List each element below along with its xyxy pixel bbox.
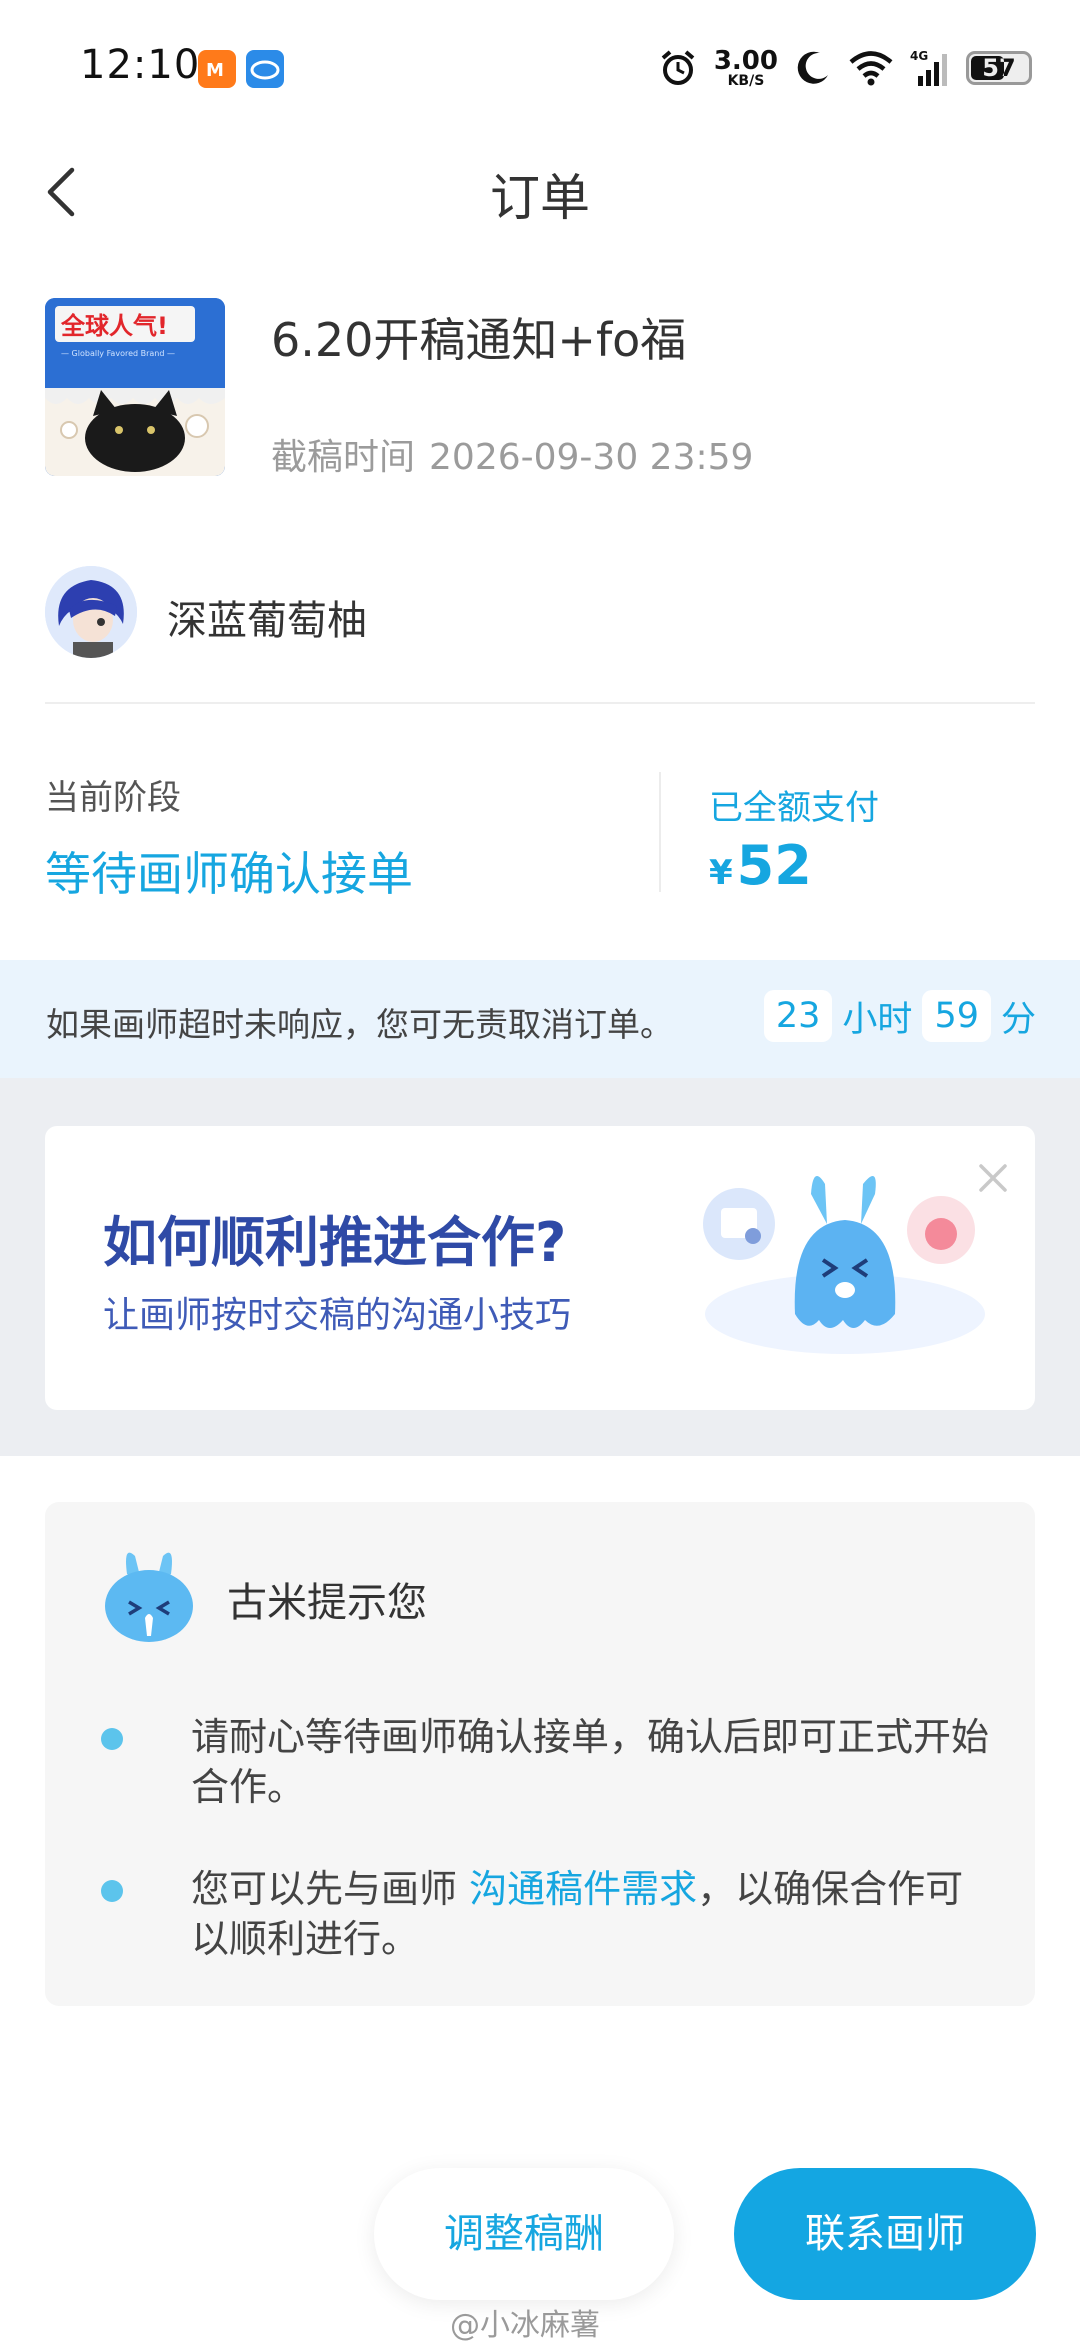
- timer-minutes-unit: 分: [1000, 999, 1036, 1040]
- currency-symbol: ¥: [709, 853, 733, 893]
- svg-text:4G: 4G: [910, 49, 928, 63]
- product-card[interactable]: 全球人气! — Globally Favored Brand — 6.20开稿通…: [45, 296, 1035, 478]
- tips-banner[interactable]: 如何顺利推进合作? 让画师按时交稿的沟通小技巧: [45, 1126, 1035, 1410]
- thumb-subtext: — Globally Favored Brand —: [61, 349, 175, 358]
- watermark: @小冰麻薯: [450, 2308, 600, 2343]
- communicate-requirements-link[interactable]: 沟通稿件需求: [469, 1867, 697, 1911]
- amount-value: 52: [736, 834, 812, 897]
- contact-artist-button[interactable]: 联系画师: [734, 2168, 1036, 2300]
- wifi-icon: [849, 51, 893, 86]
- payment-status: 已全额支付: [709, 788, 879, 828]
- status-time: 12:10: [80, 42, 201, 88]
- tip-item: 请耐心等待画师确认接单，确认后即可正式开始合作。: [101, 1712, 991, 1812]
- product-thumbnail[interactable]: 全球人气! — Globally Favored Brand —: [45, 298, 225, 476]
- deadline-label: 截稿时间: [271, 437, 416, 478]
- payment-amount: ¥52: [709, 834, 812, 897]
- stage-value: 等待画师确认接单: [45, 847, 413, 901]
- net-speed: 3.00 KB/S: [713, 46, 778, 89]
- timer-hours-unit: 小时: [842, 999, 913, 1040]
- page-title: 订单: [490, 169, 590, 227]
- close-icon: [979, 1164, 1007, 1192]
- stage-divider: [659, 772, 661, 892]
- tip-text-2: 您可以先与画师 沟通稿件需求，以确保合作可以顺利进行。: [191, 1867, 964, 1961]
- adjust-price-button[interactable]: 调整稿酬: [374, 2168, 674, 2300]
- banner-subtitle: 让画师按时交稿的沟通小技巧: [103, 1295, 572, 1336]
- deadline: 截稿时间 2026-09-30 23:59: [271, 428, 753, 480]
- alarm-icon: [661, 50, 695, 85]
- timer-hours: 23: [763, 990, 833, 1042]
- countdown-timer: 23 小时 59 分: [763, 990, 1036, 1042]
- svg-text:M: M: [206, 60, 224, 81]
- product-title: 6.20开稿通知+fo福: [271, 313, 687, 367]
- tip-text-1: 请耐心等待画师确认接单，确认后即可正式开始合作。: [191, 1715, 990, 1809]
- artist-row[interactable]: 深蓝葡萄柚: [45, 564, 1035, 662]
- tips-section: 如何顺利推进合作? 让画师按时交稿的沟通小技巧: [0, 1078, 1080, 1456]
- timeout-text: 如果画师超时未响应，您可无责取消订单。: [46, 1005, 673, 1044]
- timeout-notice: 如果画师超时未响应，您可无责取消订单。 23 小时 59 分: [0, 960, 1080, 1078]
- moon-icon: [797, 51, 828, 84]
- deadline-value: 2026-09-30 23:59: [429, 437, 754, 478]
- bullet-icon: [101, 1728, 123, 1750]
- divider: [45, 702, 1035, 704]
- timer-minutes: 59: [922, 990, 991, 1042]
- tips-card: 古米提示您 请耐心等待画师确认接单，确认后即可正式开始合作。 您可以先与画师 沟…: [45, 1502, 1035, 2006]
- order-status: 当前阶段 等待画师确认接单 已全额支付 ¥52: [45, 760, 1035, 901]
- thumb-headline: 全球人气!: [60, 312, 168, 340]
- tip-item: 您可以先与画师 沟通稿件需求，以确保合作可以顺利进行。: [101, 1864, 991, 1964]
- app-icon-blue: [246, 50, 284, 88]
- tips-title: 古米提示您: [227, 1580, 427, 1626]
- nav-header: 订单: [0, 140, 1080, 240]
- banner-close-button[interactable]: [971, 1156, 1015, 1200]
- mascot-illustration: [695, 1164, 995, 1364]
- app-icon-orange: M: [198, 50, 236, 88]
- avatar[interactable]: [45, 566, 137, 658]
- banner-title: 如何顺利推进合作?: [103, 1211, 567, 1274]
- status-bar: 12:10 M 3.00 KB/S 4G 57: [0, 0, 1080, 140]
- artist-name: 深蓝葡萄柚: [167, 598, 367, 644]
- status-icons: 3.00 KB/S 4G 57: [658, 44, 1032, 92]
- stage-label: 当前阶段: [45, 778, 181, 818]
- mascot-icon: [101, 1540, 197, 1644]
- battery-icon: 57: [966, 51, 1032, 85]
- bullet-icon: [101, 1880, 123, 1902]
- signal-icon: 4G: [910, 49, 947, 86]
